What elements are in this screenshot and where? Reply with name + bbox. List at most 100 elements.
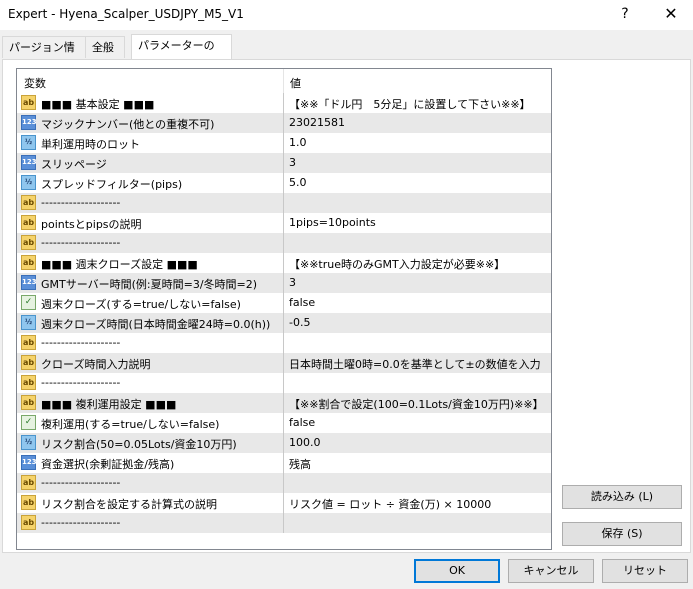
parameter-value[interactable]: false	[289, 296, 315, 309]
parameter-row[interactable]: ab --------------------	[17, 193, 551, 213]
cell-divider	[283, 93, 284, 113]
parameter-row[interactable]: 123 スリッページ 3	[17, 153, 551, 173]
parameter-name: --------------------	[41, 236, 121, 249]
cell-divider	[283, 253, 284, 273]
parameter-value[interactable]: 3	[289, 276, 296, 289]
parameter-value[interactable]: 23021581	[289, 116, 345, 129]
parameter-value[interactable]: 100.0	[289, 436, 321, 449]
parameter-row[interactable]: ab クローズ時間入力説明 日本時間土曜0時=0.0を基準として±の数値を入力	[17, 353, 551, 373]
parameter-row[interactable]: 123 資金選択(余剰証拠金/残高) 残高	[17, 453, 551, 473]
cell-divider	[283, 493, 284, 513]
parameter-name: スプレッドフィルター(pips)	[41, 178, 183, 191]
window-title: Expert - Hyena_Scalper_USDJPY_M5_V1	[8, 7, 244, 21]
close-button[interactable]: ✕	[648, 0, 693, 30]
parameter-value[interactable]: -0.5	[289, 316, 310, 329]
parameter-name: ■■■ 基本設定 ■■■	[41, 98, 155, 111]
parameter-value[interactable]: 【※※割合で設定(100=0.1Lots/資金10万円)※※】	[289, 396, 544, 412]
parameter-row[interactable]: ✓ 週末クローズ(する=true/しない=false) false	[17, 293, 551, 313]
parameter-row[interactable]: ab ■■■ 基本設定 ■■■ 【※※「ドル円 5分足」に設置して下さい※※】	[17, 93, 551, 113]
cell-divider	[283, 153, 284, 173]
parameter-row[interactable]: ab --------------------	[17, 373, 551, 393]
cell-divider	[283, 473, 284, 493]
parameter-row[interactable]: ab --------------------	[17, 473, 551, 493]
parameter-row[interactable]: ab pointsとpipsの説明 1pips=10points	[17, 213, 551, 233]
parameter-name: --------------------	[41, 336, 121, 349]
grid-header: 変数 値	[17, 69, 551, 93]
parameter-name: マジックナンバー(他との重複不可)	[41, 118, 215, 131]
parameter-name: --------------------	[41, 376, 121, 389]
text-type-icon: ab	[21, 335, 36, 350]
cell-divider	[283, 133, 284, 153]
parameter-value[interactable]: 3	[289, 156, 296, 169]
text-type-icon: ab	[21, 235, 36, 250]
text-type-icon: ab	[21, 475, 36, 490]
column-divider[interactable]	[283, 69, 284, 93]
parameter-row[interactable]: 123 マジックナンバー(他との重複不可) 23021581	[17, 113, 551, 133]
parameter-name: 週末クローズ時間(日本時間金曜24時=0.0(h))	[41, 318, 271, 331]
double-type-icon: ½	[21, 435, 36, 450]
parameter-row[interactable]: ✓ 複利運用(する=true/しない=false) false	[17, 413, 551, 433]
ok-button[interactable]: OK	[414, 559, 500, 583]
cell-divider	[283, 413, 284, 433]
cell-divider	[283, 233, 284, 253]
parameter-name: GMTサーバー時間(例:夏時間=3/冬時間=2)	[41, 278, 258, 291]
integer-type-icon: 123	[21, 275, 37, 290]
cell-divider	[283, 213, 284, 233]
text-type-icon: ab	[21, 255, 36, 270]
parameter-value[interactable]: false	[289, 416, 315, 429]
cell-divider	[283, 173, 284, 193]
tab-general[interactable]: 全般	[85, 36, 125, 58]
parameter-row[interactable]: ab リスク割合を設定する計算式の説明 リスク値 = ロット ÷ 資金(万) × 1…	[17, 493, 551, 513]
parameter-name: ■■■ 週末クローズ設定 ■■■	[41, 258, 198, 271]
parameter-row[interactable]: ab --------------------	[17, 513, 551, 533]
cell-divider	[283, 373, 284, 393]
cell-divider	[283, 353, 284, 373]
load-button[interactable]: 読み込み (L)	[562, 485, 682, 509]
parameter-row[interactable]: ½ リスク割合(50=0.05Lots/資金10万円) 100.0	[17, 433, 551, 453]
parameter-row[interactable]: ab --------------------	[17, 233, 551, 253]
cancel-button[interactable]: キャンセル	[508, 559, 594, 583]
parameter-name: 複利運用(する=true/しない=false)	[41, 418, 220, 431]
save-button[interactable]: 保存 (S)	[562, 522, 682, 546]
parameter-name: リスク割合(50=0.05Lots/資金10万円)	[41, 438, 237, 451]
cell-divider	[283, 313, 284, 333]
help-button[interactable]: ?	[602, 0, 648, 30]
parameter-value[interactable]: 5.0	[289, 176, 307, 189]
column-header-variable[interactable]: 変数	[24, 75, 46, 91]
text-type-icon: ab	[21, 375, 36, 390]
cell-divider	[283, 273, 284, 293]
parameter-row[interactable]: ½ 週末クローズ時間(日本時間金曜24時=0.0(h)) -0.5	[17, 313, 551, 333]
parameter-name: --------------------	[41, 196, 121, 209]
cell-divider	[283, 393, 284, 413]
text-type-icon: ab	[21, 195, 36, 210]
parameter-value[interactable]: 【※※true時のみGMT入力設定が必要※※】	[289, 256, 505, 272]
parameter-row[interactable]: ab --------------------	[17, 333, 551, 353]
reset-button[interactable]: リセット	[602, 559, 688, 583]
parameter-value[interactable]: 残高	[289, 456, 311, 472]
parameter-row[interactable]: ½ 単利運用時のロット 1.0	[17, 133, 551, 153]
tab-parameters[interactable]: パラメーターの入力	[131, 34, 232, 74]
parameter-name: スリッページ	[41, 158, 107, 171]
column-header-value[interactable]: 値	[290, 75, 301, 91]
text-type-icon: ab	[21, 95, 36, 110]
double-type-icon: ½	[21, 135, 36, 150]
cell-divider	[283, 433, 284, 453]
parameter-row[interactable]: ab ■■■ 複利運用設定 ■■■ 【※※割合で設定(100=0.1Lots/資金1…	[17, 393, 551, 413]
parameter-value[interactable]: 1.0	[289, 136, 307, 149]
cell-divider	[283, 113, 284, 133]
parameter-row[interactable]: ab ■■■ 週末クローズ設定 ■■■ 【※※true時のみGMT入力設定が必要※※…	[17, 253, 551, 273]
parameter-row[interactable]: 123 GMTサーバー時間(例:夏時間=3/冬時間=2) 3	[17, 273, 551, 293]
parameter-value[interactable]: リスク値 = ロット ÷ 資金(万) × 10000	[289, 496, 491, 512]
double-type-icon: ½	[21, 175, 36, 190]
cell-divider	[283, 193, 284, 213]
boolean-type-icon: ✓	[21, 415, 36, 430]
parameter-value[interactable]: 1pips=10points	[289, 216, 376, 229]
parameter-row[interactable]: ½ スプレッドフィルター(pips) 5.0	[17, 173, 551, 193]
parameter-name: 資金選択(余剰証拠金/残高)	[41, 458, 175, 471]
parameter-name: リスク割合を設定する計算式の説明	[41, 498, 217, 511]
parameter-value[interactable]: 【※※「ドル円 5分足」に設置して下さい※※】	[289, 96, 531, 112]
parameter-grid[interactable]: 変数 値 ab ■■■ 基本設定 ■■■ 【※※「ドル円 5分足」に設置して下さい※…	[16, 68, 552, 550]
integer-type-icon: 123	[21, 115, 37, 130]
parameter-value[interactable]: 日本時間土曜0時=0.0を基準として±の数値を入力	[289, 356, 541, 372]
tab-version-info[interactable]: パージョン情報	[2, 36, 86, 76]
